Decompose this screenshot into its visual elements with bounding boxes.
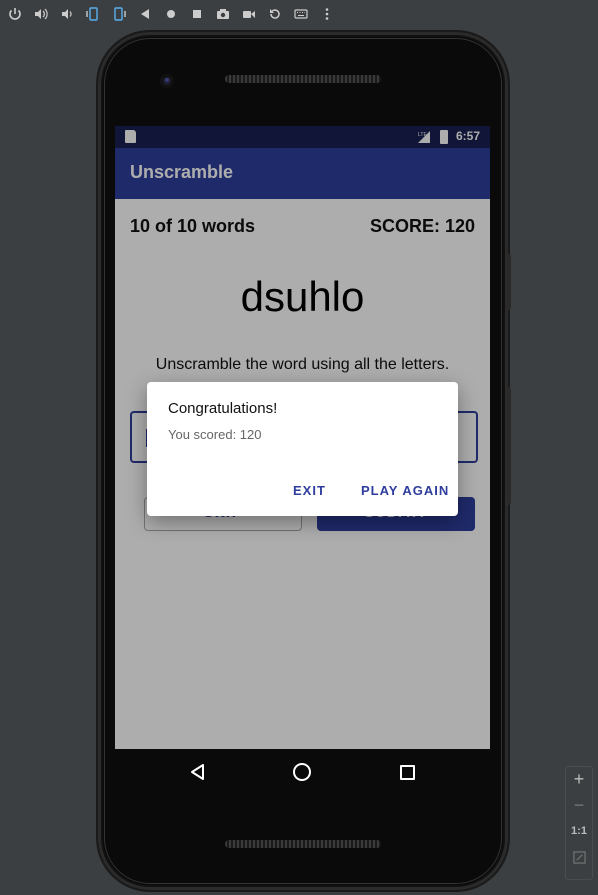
zoom-in-button[interactable]: + <box>566 769 592 790</box>
exit-button[interactable]: EXIT <box>293 483 326 498</box>
keyboard-icon[interactable] <box>292 5 310 23</box>
dialog-message: You scored: 120 <box>168 427 262 442</box>
camera-icon[interactable] <box>214 5 232 23</box>
side-button[interactable] <box>507 387 511 505</box>
nav-home-icon[interactable] <box>293 763 311 781</box>
nav-recents-icon[interactable] <box>400 765 415 780</box>
video-icon[interactable] <box>240 5 258 23</box>
dialog-title: Congratulations! <box>168 400 278 417</box>
back-icon[interactable] <box>136 5 154 23</box>
nav-back-icon[interactable] <box>189 763 207 781</box>
rotate-right-icon[interactable] <box>110 5 128 23</box>
front-camera <box>160 74 174 88</box>
rotate-left-icon[interactable] <box>84 5 102 23</box>
volume-down-icon[interactable] <box>58 5 76 23</box>
congratulations-dialog: Congratulations! You scored: 120 EXIT PL… <box>147 382 458 516</box>
zoom-panel: + − 1:1 <box>565 766 593 880</box>
zoom-out-button[interactable]: − <box>566 795 592 816</box>
replay-icon[interactable] <box>266 5 284 23</box>
top-speaker <box>225 75 381 83</box>
home-icon[interactable] <box>162 5 180 23</box>
overview-icon[interactable] <box>188 5 206 23</box>
power-icon[interactable] <box>6 5 24 23</box>
play-again-button[interactable]: PLAY AGAIN <box>361 483 449 498</box>
bottom-speaker <box>225 840 381 848</box>
more-icon[interactable] <box>318 5 336 23</box>
emulator-toolbar <box>0 0 598 28</box>
volume-rocker[interactable] <box>507 254 511 310</box>
volume-up-icon[interactable] <box>32 5 50 23</box>
fit-screen-icon[interactable] <box>566 851 592 869</box>
actual-size-button[interactable]: 1:1 <box>566 825 592 837</box>
